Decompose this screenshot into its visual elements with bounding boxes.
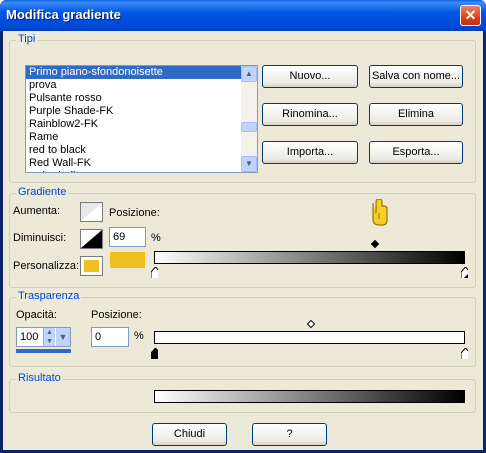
trasparenza-group-label: Trasparenza — [16, 290, 82, 302]
title-bar[interactable]: Modifica gradiente ✕ — [0, 0, 486, 31]
salva-con-nome-button[interactable]: Salva con nome... — [369, 65, 463, 88]
gradient-start-marker[interactable] — [151, 267, 158, 278]
gradiente-percent: % — [151, 232, 161, 244]
scroll-down-icon[interactable]: ▼ — [241, 156, 257, 172]
close-button[interactable]: ✕ — [460, 5, 481, 26]
opacity-start-marker[interactable] — [151, 348, 158, 359]
aumenta-label: Aumenta: — [13, 205, 61, 217]
personalizza-label: Personalizza: — [13, 260, 80, 272]
custom-color-preview[interactable] — [110, 252, 145, 268]
opacita-label: Opacità: — [16, 309, 57, 321]
list-item[interactable]: Rame — [26, 131, 257, 144]
list-item[interactable]: Rainblow2-FK — [26, 118, 257, 131]
list-item[interactable]: Red Wall-FK — [26, 157, 257, 170]
aumenta-swatch[interactable] — [80, 202, 103, 222]
window-title: Modifica gradiente — [6, 7, 121, 22]
opacita-input[interactable]: 100 ▲ ▼ ▼ — [16, 327, 71, 347]
help-button[interactable]: ? — [252, 423, 327, 446]
list-item[interactable]: red to black — [26, 144, 257, 157]
gradient-midpoint-diamond[interactable] — [370, 239, 380, 249]
trasparenza-posizione-label: Posizione: — [91, 309, 142, 321]
gradiente-group-label: Gradiente — [16, 186, 69, 198]
list-item[interactable]: rederdudit... — [26, 170, 257, 172]
rinomina-button[interactable]: Rinomina... — [262, 103, 358, 126]
importa-button[interactable]: Importa... — [262, 141, 358, 164]
opacita-slider-track[interactable] — [16, 349, 71, 353]
trasparenza-group: Trasparenza Opacità: 100 ▲ ▼ ▼ Posizione… — [9, 290, 476, 367]
trasparenza-percent: % — [134, 330, 144, 342]
custom-color-chip — [84, 260, 99, 272]
white-triangle-icon — [81, 203, 102, 221]
spin-up-icon[interactable]: ▲ — [44, 328, 55, 337]
gradient-end-marker[interactable] — [461, 267, 468, 278]
gradient-bar — [154, 251, 465, 264]
pointing-hand-icon — [372, 199, 388, 226]
gradient-type-list[interactable]: Primo piano-sfondonoisette prova Pulsante … — [25, 65, 258, 173]
trasparenza-posizione-input[interactable]: 0 — [91, 327, 129, 347]
personalizza-swatch[interactable] — [80, 256, 103, 276]
list-scrollbar[interactable]: ▲ ▼ — [241, 66, 257, 172]
scroll-thumb[interactable] — [241, 122, 257, 132]
esporta-button[interactable]: Esporta... — [369, 141, 463, 164]
opacity-midpoint-diamond[interactable] — [306, 319, 316, 329]
list-item[interactable]: Primo piano-sfondonoisette — [26, 66, 257, 79]
diminuisci-label: Diminuisci: — [13, 232, 67, 244]
opacity-bar — [154, 331, 465, 344]
chiudi-button[interactable]: Chiudi — [152, 423, 227, 446]
spin-down-icon[interactable]: ▼ — [44, 337, 55, 346]
risultato-group-label: Risultato — [16, 372, 63, 384]
tipi-group-label: Tipi — [16, 33, 38, 45]
dialog-body: Tipi Primo piano-sfondonoisette prova Puls… — [3, 31, 483, 450]
gradiente-posizione-input[interactable]: 69 — [109, 227, 146, 247]
list-item[interactable]: prova — [26, 79, 257, 92]
opacita-dropdown-icon[interactable]: ▼ — [56, 328, 70, 346]
risultato-group: Risultato — [9, 372, 476, 413]
opacita-value: 100 — [20, 331, 39, 343]
opacity-end-marker[interactable] — [461, 348, 468, 359]
list-item[interactable]: Pulsante rosso — [26, 92, 257, 105]
list-item[interactable]: Purple Shade-FK — [26, 105, 257, 118]
tipi-group: Tipi Primo piano-sfondonoisette prova Puls… — [9, 33, 476, 183]
dialog-window: Modifica gradiente ✕ Tipi Primo piano-sf… — [0, 0, 486, 453]
list-items: Primo piano-sfondonoisette prova Pulsante … — [26, 66, 257, 172]
scroll-up-icon[interactable]: ▲ — [241, 66, 257, 82]
gradiente-group: Gradiente Aumenta: Posizione: Diminuisci… — [9, 186, 476, 288]
opacita-spinner[interactable]: ▲ ▼ — [43, 328, 55, 346]
nuovo-button[interactable]: Nuovo... — [262, 65, 358, 88]
diminuisci-swatch[interactable] — [80, 229, 103, 249]
posizione-label: Posizione: — [109, 207, 160, 219]
black-triangle-icon — [81, 230, 102, 248]
result-bar — [154, 390, 465, 403]
elimina-button[interactable]: Elimina — [369, 103, 463, 126]
